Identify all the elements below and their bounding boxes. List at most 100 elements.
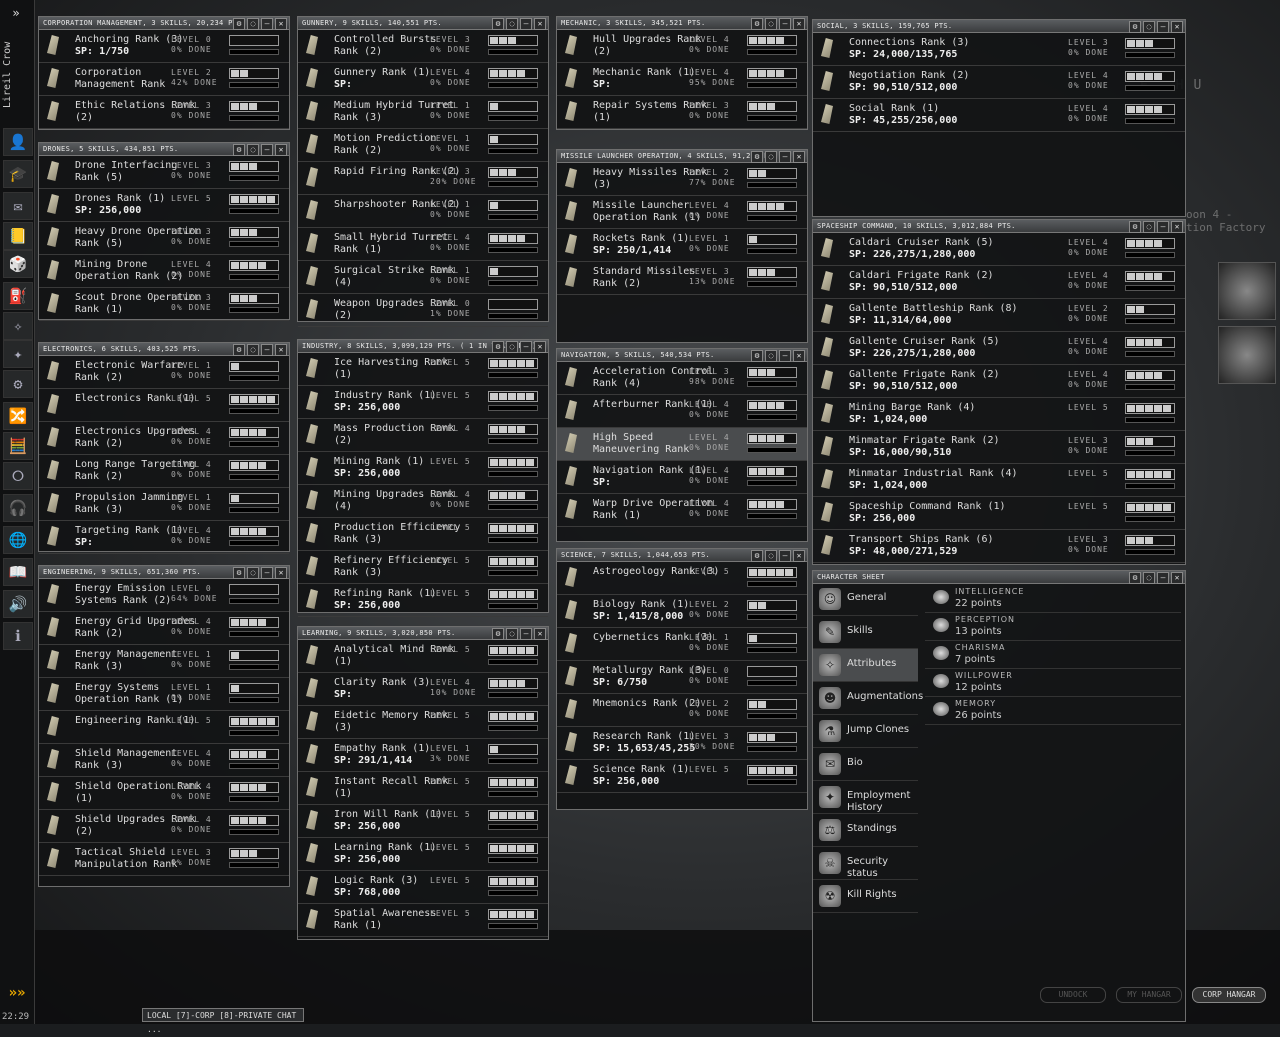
window-options-button[interactable]: ◌ bbox=[506, 628, 518, 640]
window-navigation[interactable]: NAVIGATION, 5 SKILLS, 540,534 PTS. ⚙ ◌ – ✕ Ac… bbox=[556, 348, 808, 542]
skill-row[interactable]: Learning Rank (1) SP: 256,000 LEVEL 5 bbox=[298, 838, 548, 871]
skill-row[interactable]: Mechanic Rank (1) SP: LEVEL 4 95% DONE bbox=[557, 63, 807, 96]
skill-row[interactable]: Ice Harvesting Rank (1) LEVEL 5 bbox=[298, 353, 548, 386]
window-close-button[interactable]: ✕ bbox=[1171, 221, 1183, 233]
skill-row[interactable]: Shield Upgrades Rank (2) LEVEL 4 0% DONE bbox=[39, 810, 289, 843]
skill-row[interactable]: Connections Rank (3) SP: 24,000/135,765 LE… bbox=[813, 33, 1185, 66]
neocom-button-11[interactable]: ⭘ bbox=[3, 462, 33, 490]
skill-row[interactable]: Caldari Cruiser Rank (5) SP: 226,275/1,28… bbox=[813, 233, 1185, 266]
window-close-button[interactable]: ✕ bbox=[793, 550, 805, 562]
skill-row[interactable]: Warp Drive Operation Rank (1) LEVEL 4 0% D… bbox=[557, 494, 807, 527]
neocom-button-9[interactable]: 🔀 bbox=[3, 402, 33, 430]
window-character-sheet[interactable]: CHARACTER SHEET ⚙ ◌ – ✕ ☺ General ✎ Skills ✧… bbox=[812, 570, 1186, 1022]
skill-row[interactable]: Industry Rank (1) SP: 256,000 LEVEL 5 bbox=[298, 386, 548, 419]
skill-row[interactable]: Hull Upgrades Rank (2) LEVEL 4 0% DONE bbox=[557, 30, 807, 63]
skill-row[interactable]: Minmatar Industrial Rank (4) SP: 1,024,00… bbox=[813, 464, 1185, 497]
window-minimize-button[interactable]: – bbox=[520, 18, 532, 30]
skill-row[interactable]: Acceleration Control Rank (4) LEVEL 3 98% … bbox=[557, 362, 807, 395]
window-options-button[interactable]: ◌ bbox=[765, 151, 777, 163]
window-options-button[interactable]: ◌ bbox=[765, 550, 777, 562]
charsheet-nav-employment-history[interactable]: ✦ Employment History bbox=[813, 781, 918, 814]
skill-row[interactable]: Energy Grid Upgrades Rank (2) LEVEL 4 0% D… bbox=[39, 612, 289, 645]
charsheet-nav-augmentations[interactable]: ☻ Augmentations bbox=[813, 682, 923, 715]
skill-row[interactable]: Controlled Bursts Rank (2) LEVEL 3 0% DONE bbox=[298, 30, 548, 63]
skill-row[interactable]: Afterburner Rank (1) LEVEL 4 0% DONE bbox=[557, 395, 807, 428]
window-pin-button[interactable]: ⚙ bbox=[233, 344, 245, 356]
neocom-button-10[interactable]: 🧮 bbox=[3, 432, 33, 460]
skill-row[interactable]: Shield Management Rank (3) LEVEL 4 0% DONE bbox=[39, 744, 289, 777]
window-minimize-button[interactable]: – bbox=[261, 144, 273, 156]
window-close-button[interactable]: ✕ bbox=[793, 350, 805, 362]
charsheet-nav-jump-clones[interactable]: ⚗ Jump Clones bbox=[813, 715, 918, 748]
window-pin-button[interactable]: ⚙ bbox=[751, 18, 763, 30]
window-pin-button[interactable]: ⚙ bbox=[233, 567, 245, 579]
window-header[interactable]: NAVIGATION, 5 SKILLS, 540,534 PTS. ⚙ ◌ – ✕ bbox=[557, 349, 807, 362]
skill-row[interactable]: Motion Prediction Rank (2) LEVEL 1 0% DONE bbox=[298, 129, 548, 162]
window-header[interactable]: MISSILE LAUNCHER OPERATION, 4 SKILLS, 91… bbox=[557, 150, 807, 163]
window-pin-button[interactable]: ⚙ bbox=[233, 144, 245, 156]
window-close-button[interactable]: ✕ bbox=[275, 144, 287, 156]
skill-row[interactable]: Drones Rank (1) SP: 256,000 LEVEL 5 bbox=[39, 189, 289, 222]
neocom-button-7[interactable]: ✦ bbox=[3, 340, 33, 368]
skill-row[interactable]: Transport Ships Rank (6) SP: 48,000/271,5… bbox=[813, 530, 1185, 563]
window-options-button[interactable]: ◌ bbox=[1143, 221, 1155, 233]
skill-row[interactable]: Heavy Missiles Rank (3) LEVEL 2 77% DONE bbox=[557, 163, 807, 196]
window-header[interactable]: SCIENCE, 7 SKILLS, 1,044,653 PTS. ⚙ ◌ – ✕ bbox=[557, 549, 807, 562]
window-header[interactable]: DRONES, 5 SKILLS, 434,851 PTS. ⚙ ◌ – ✕ bbox=[39, 143, 289, 156]
undock-button[interactable]: UNDOCK bbox=[1040, 987, 1106, 1003]
neocom-button-8[interactable]: ⚙ bbox=[3, 370, 33, 398]
window-spaceship-command[interactable]: SPACESHIP COMMAND, 10 SKILLS, 3,012,884 … bbox=[812, 219, 1186, 565]
window-close-button[interactable]: ✕ bbox=[1171, 572, 1183, 584]
window-close-button[interactable]: ✕ bbox=[534, 18, 546, 30]
skill-row[interactable]: Long Range Targeting Rank (2) LEVEL 4 0% D… bbox=[39, 455, 289, 488]
window-options-button[interactable]: ◌ bbox=[1143, 21, 1155, 33]
window-header[interactable]: GUNNERY, 9 SKILLS, 140,551 PTS. ⚙ ◌ – ✕ bbox=[298, 17, 548, 30]
window-mechanic[interactable]: MECHANIC, 3 SKILLS, 345,521 PTS. ⚙ ◌ – ✕ Hull… bbox=[556, 16, 808, 130]
skill-row[interactable]: Negotiation Rank (2) SP: 90,510/512,000 LE… bbox=[813, 66, 1185, 99]
window-close-button[interactable]: ✕ bbox=[534, 341, 546, 353]
charsheet-nav-attributes[interactable]: ✧ Attributes bbox=[813, 649, 918, 682]
skill-row[interactable]: Science Rank (1) SP: 256,000 LEVEL 5 bbox=[557, 760, 807, 793]
skill-row[interactable]: Production Efficiency Rank (3) LEVEL 5 bbox=[298, 518, 548, 551]
window-header[interactable]: INDUSTRY, 8 SKILLS, 3,099,129 PTS. ( 1 I… bbox=[298, 340, 548, 353]
window-header[interactable]: CORPORATION MANAGEMENT, 3 SKILLS, 20,234… bbox=[39, 17, 289, 30]
skill-row[interactable]: Eidetic Memory Rank (3) LEVEL 5 bbox=[298, 706, 548, 739]
neocom-button-1[interactable]: 🎓 bbox=[3, 160, 33, 188]
window-header[interactable]: ENGINEERING, 9 SKILLS, 651,360 PTS. ⚙ ◌ – ✕ bbox=[39, 566, 289, 579]
skill-row[interactable]: Mining Upgrades Rank (4) LEVEL 4 0% DONE bbox=[298, 485, 548, 518]
skill-row[interactable]: Electronics Upgrades Rank (2) LEVEL 4 0% D… bbox=[39, 422, 289, 455]
window-header[interactable]: ELECTRONICS, 6 SKILLS, 403,525 PTS. ⚙ ◌ – ✕ bbox=[39, 343, 289, 356]
window-minimize-button[interactable]: – bbox=[1157, 572, 1169, 584]
skill-row[interactable]: Electronic Warfare Rank (2) LEVEL 1 0% DON… bbox=[39, 356, 289, 389]
skill-row[interactable]: Propulsion Jamming Rank (3) LEVEL 1 0% DON… bbox=[39, 488, 289, 521]
skill-row[interactable]: High Speed Maneuvering Rank LEVEL 4 0% DON… bbox=[557, 428, 807, 461]
window-pin-button[interactable]: ⚙ bbox=[1129, 572, 1141, 584]
neocom-button-12[interactable]: 🎧 bbox=[3, 494, 33, 522]
skill-row[interactable]: Medium Hybrid Turret Rank (3) LEVEL 1 0% D… bbox=[298, 96, 548, 129]
skill-row[interactable]: Rapid Firing Rank (2) LEVEL 3 20% DONE bbox=[298, 162, 548, 195]
skill-row[interactable]: Metallurgy Rank (3) SP: 6/750 LEVEL 0 0% DO… bbox=[557, 661, 807, 694]
window-minimize-button[interactable]: – bbox=[261, 567, 273, 579]
skill-row[interactable]: Scout Drone Operation Rank (1) LEVEL 3 0% … bbox=[39, 288, 289, 321]
skill-row[interactable]: Repair Systems Rank (1) LEVEL 3 0% DONE bbox=[557, 96, 807, 129]
skill-row[interactable]: Navigation Rank (1) SP: LEVEL 4 0% DONE bbox=[557, 461, 807, 494]
skill-row[interactable]: Instant Recall Rank (1) LEVEL 5 bbox=[298, 772, 548, 805]
window-pin-button[interactable]: ⚙ bbox=[751, 151, 763, 163]
window-pin-button[interactable]: ⚙ bbox=[233, 18, 245, 30]
neocom-button-14[interactable]: 📖 bbox=[3, 558, 33, 586]
window-drones[interactable]: DRONES, 5 SKILLS, 434,851 PTS. ⚙ ◌ – ✕ Drone … bbox=[38, 142, 290, 321]
skill-row[interactable]: Corporation Management Rank LEVEL 2 42% DO… bbox=[39, 63, 289, 96]
skill-row[interactable]: Engineering Rank (1) LEVEL 5 bbox=[39, 711, 289, 744]
skill-row[interactable]: Caldari Frigate Rank (2) SP: 90,510/512,0… bbox=[813, 266, 1185, 299]
station-service-icon-2[interactable] bbox=[1218, 326, 1276, 384]
station-service-icon-1[interactable] bbox=[1218, 262, 1276, 320]
window-minimize-button[interactable]: – bbox=[779, 18, 791, 30]
window-learning[interactable]: LEARNING, 9 SKILLS, 3,020,850 PTS. ⚙ ◌ – ✕ An… bbox=[297, 626, 549, 940]
window-close-button[interactable]: ✕ bbox=[275, 344, 287, 356]
window-options-button[interactable]: ◌ bbox=[247, 144, 259, 156]
skill-row[interactable]: Empathy Rank (1) SP: 291/1,414 LEVEL 1 3% D… bbox=[298, 739, 548, 772]
window-corporation-management[interactable]: CORPORATION MANAGEMENT, 3 SKILLS, 20,234… bbox=[38, 16, 290, 130]
window-pin-button[interactable]: ⚙ bbox=[492, 341, 504, 353]
window-science[interactable]: SCIENCE, 7 SKILLS, 1,044,653 PTS. ⚙ ◌ – ✕ Ast… bbox=[556, 548, 808, 810]
window-minimize-button[interactable]: – bbox=[261, 18, 273, 30]
